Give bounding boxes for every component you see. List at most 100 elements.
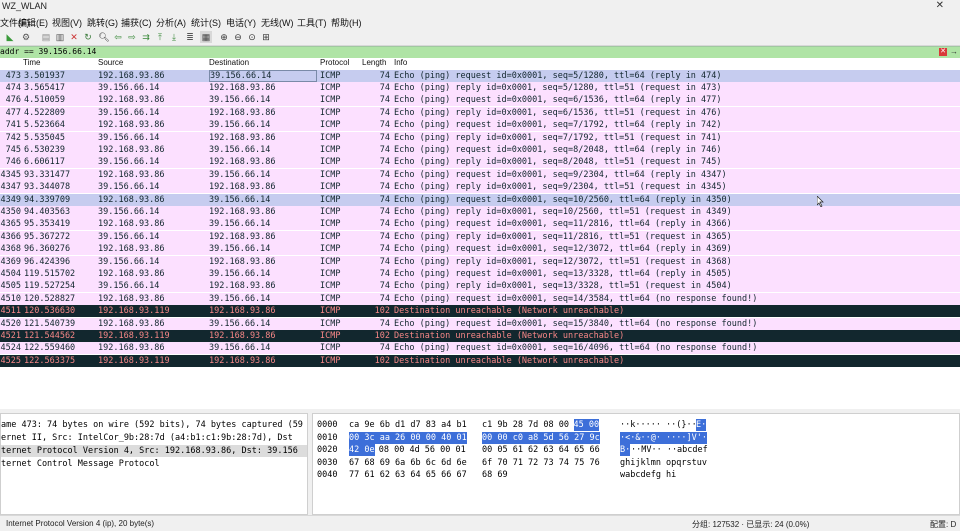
bytes-offset[interactable]: 0000: [317, 419, 337, 431]
packet-row[interactable]: 4366 95.367272 39.156.66.14 192.168.93.86 IC…: [0, 230, 960, 243]
save-file-icon[interactable]: ▥: [54, 31, 66, 43]
bytes-offset[interactable]: 0040: [317, 469, 337, 481]
menu-telephony[interactable]: 电话(Y): [226, 16, 256, 29]
column-destination[interactable]: Destination: [209, 58, 249, 67]
packet-row[interactable]: 4365 95.353419 192.168.93.86 39.156.66.14 IC…: [0, 218, 960, 231]
menu-statistics[interactable]: 统计(S): [191, 16, 221, 29]
start-capture-icon[interactable]: ◣: [4, 31, 16, 43]
column-source[interactable]: Source: [98, 58, 123, 67]
column-length[interactable]: Length: [362, 58, 386, 67]
menu-capture[interactable]: 捕获(C): [121, 16, 152, 29]
column-info[interactable]: Info: [394, 58, 407, 67]
menu-view[interactable]: 视图(V): [52, 16, 82, 29]
packet-row[interactable]: 4347 93.344078 39.156.66.14 192.168.93.86 IC…: [0, 181, 960, 194]
packet-row[interactable]: 4349 94.339709 192.168.93.86 39.156.66.14 IC…: [0, 193, 960, 206]
normal-size-icon[interactable]: ⊙: [246, 31, 258, 43]
find-packet-icon[interactable]: 🔍︎: [98, 31, 110, 43]
packet-row[interactable]: 4511 120.536630 192.168.93.119 192.168.93.8…: [0, 305, 960, 318]
packet-row[interactable]: 476 4.510059 192.168.93.86 39.156.66.14 ICMP…: [0, 94, 960, 107]
packet-row[interactable]: 4350 94.403563 39.156.66.14 192.168.93.86 IC…: [0, 205, 960, 218]
menu-edit[interactable]: 编辑(E): [18, 16, 48, 29]
first-packet-icon[interactable]: ⤒: [154, 31, 166, 43]
packet-proto: ICMP: [320, 144, 341, 155]
packet-row[interactable]: 4510 120.528827 192.168.93.86 39.156.66.14 I…: [0, 292, 960, 305]
bytes-hex[interactable]: 77 61 62 63 64 65 66 67: [349, 469, 467, 481]
autoscroll-icon[interactable]: ≣: [184, 31, 196, 43]
apply-filter-icon[interactable]: →: [950, 47, 958, 56]
packet-row[interactable]: 474 3.565417 39.156.66.14 192.168.93.86 ICMP…: [0, 81, 960, 94]
packet-row[interactable]: 741 5.523664 192.168.93.86 39.156.66.14 ICMP…: [0, 119, 960, 132]
packet-row[interactable]: 4524 122.559460 192.168.93.86 39.156.66.14 I…: [0, 342, 960, 355]
bytes-hex[interactable]: 68 69: [482, 469, 508, 481]
column-time[interactable]: Time: [23, 58, 40, 67]
packet-row[interactable]: 4521 121.544562 192.168.93.119 192.168.93.8…: [0, 329, 960, 342]
packet-time: 6.530239: [24, 144, 65, 155]
detail-ethernet[interactable]: ernet II, Src: IntelCor_9b:28:7d (a4:b1:…: [1, 432, 293, 444]
menu-wireless[interactable]: 无线(W): [261, 16, 294, 29]
menu-tools[interactable]: 工具(T): [297, 16, 327, 29]
bytes-ascii-selected[interactable]: B·: [620, 444, 631, 457]
detail-ipv4[interactable]: ternet Protocol Version 4, Src: 192.168.…: [1, 445, 307, 457]
resize-columns-icon[interactable]: ⊞: [260, 31, 272, 43]
go-back-icon[interactable]: ⇦: [112, 31, 124, 43]
packet-row[interactable]: 4520 121.540739 192.168.93.86 39.156.66.14 I…: [0, 317, 960, 330]
bytes-ascii[interactable]: ··MV·· ··abcdef: [631, 444, 708, 456]
status-profile[interactable]: 配置: D: [930, 519, 956, 530]
zoom-in-icon[interactable]: ⊕: [218, 31, 230, 43]
packet-row[interactable]: 745 6.530239 192.168.93.86 39.156.66.14 ICMP…: [0, 143, 960, 156]
bytes-hex[interactable]: 6f 70 71 72 73 74 75 76: [482, 457, 600, 469]
options-icon[interactable]: ⚙: [20, 31, 32, 43]
bytes-hex-selected[interactable]: 00 3c aa 26 00 00 40 01: [349, 431, 467, 444]
go-to-packet-icon[interactable]: ⇉: [140, 31, 152, 43]
zoom-out-icon[interactable]: ⊖: [232, 31, 244, 43]
bytes-hex[interactable]: ca 9e 6b d1 d7 83 a4 b1: [349, 419, 467, 431]
colorize-icon[interactable]: ▦: [200, 31, 212, 43]
packet-row[interactable]: 4368 96.360276 192.168.93.86 39.156.66.14 IC…: [0, 243, 960, 256]
packet-row[interactable]: 4369 96.424396 39.156.66.14 192.168.93.86 IC…: [0, 255, 960, 268]
packet-time: 95.353419: [24, 219, 71, 230]
packet-row[interactable]: 477 4.522809 39.156.66.14 192.168.93.86 ICMP…: [0, 106, 960, 119]
bytes-offset[interactable]: 0010: [317, 432, 337, 444]
clear-filter-icon[interactable]: ✕: [939, 48, 947, 56]
bytes-ascii[interactable]: wabcdefg hi: [620, 469, 676, 481]
last-packet-icon[interactable]: ⤓: [168, 31, 180, 43]
bytes-offset[interactable]: 0020: [317, 444, 337, 456]
bytes-hex[interactable]: 00 05 61 62 63 64 65 66: [482, 444, 600, 456]
packet-len: 74: [379, 70, 390, 81]
packet-row[interactable]: 746 6.606117 39.156.66.14 192.168.93.86 ICMP…: [0, 156, 960, 169]
menu-go[interactable]: 跳转(G): [87, 16, 118, 29]
open-file-icon[interactable]: ▤: [40, 31, 52, 43]
bytes-hex-selected[interactable]: 45 00: [573, 419, 600, 431]
close-file-icon[interactable]: ✕: [68, 31, 80, 43]
close-window-button[interactable]: ✕: [936, 0, 944, 11]
bytes-hex-selected[interactable]: 42 0e: [349, 444, 375, 457]
menu-analyze[interactable]: 分析(A): [156, 16, 186, 29]
packet-proto: ICMP: [320, 318, 341, 329]
bytes-hex[interactable]: 67 68 69 6a 6b 6c 6d 6e: [349, 457, 467, 469]
packet-row[interactable]: 4345 93.331477 192.168.93.86 39.156.66.14 IC…: [0, 168, 960, 181]
packet-row[interactable]: 4525 122.563375 192.168.93.119 192.168.93.8…: [0, 354, 960, 367]
packet-row[interactable]: 742 5.535045 39.156.66.14 192.168.93.86 ICMP…: [0, 131, 960, 144]
packet-no: 4525: [0, 355, 21, 366]
packet-list[interactable]: 473 3.501937 192.168.93.86 39.156.66.14 ICMP…: [0, 69, 960, 409]
detail-frame[interactable]: ame 473: 74 bytes on wire (592 bits), 74…: [1, 419, 303, 431]
bytes-ascii[interactable]: ··k····· ··(}··: [620, 419, 697, 431]
reload-icon[interactable]: ↻: [82, 31, 94, 43]
bytes-hex[interactable]: 08 00 4d 56 00 01: [379, 444, 466, 456]
column-protocol[interactable]: Protocol: [320, 58, 349, 67]
bytes-hex[interactable]: c1 9b 28 7d 08 00: [482, 419, 569, 431]
bytes-offset[interactable]: 0030: [317, 457, 337, 469]
packet-row[interactable]: 4505 119.527254 39.156.66.14 192.168.93.86 I…: [0, 280, 960, 293]
bytes-ascii[interactable]: ghijklmn opqrstuv: [620, 457, 707, 469]
menu-help[interactable]: 帮助(H): [331, 16, 362, 29]
packet-src: 192.168.93.86: [98, 120, 165, 131]
bytes-ascii-selected[interactable]: E·: [696, 419, 707, 431]
packet-row[interactable]: 473 3.501937 192.168.93.86 39.156.66.14 ICMP…: [0, 69, 960, 82]
detail-icmp[interactable]: ternet Control Message Protocol: [1, 458, 160, 470]
packet-row[interactable]: 4504 119.515702 192.168.93.86 39.156.66.14 I…: [0, 267, 960, 280]
go-forward-icon[interactable]: ⇨: [126, 31, 138, 43]
packet-info: Echo (ping) reply id=0x0001, seq=13/3328…: [394, 281, 732, 292]
display-filter-input[interactable]: addr == 39.156.66.14: [0, 47, 96, 56]
bytes-ascii-selected[interactable]: ·<·&··@· ····]V'·: [620, 431, 707, 444]
bytes-hex-selected[interactable]: 00 00 c0 a8 5d 56 27 9c: [482, 431, 600, 444]
